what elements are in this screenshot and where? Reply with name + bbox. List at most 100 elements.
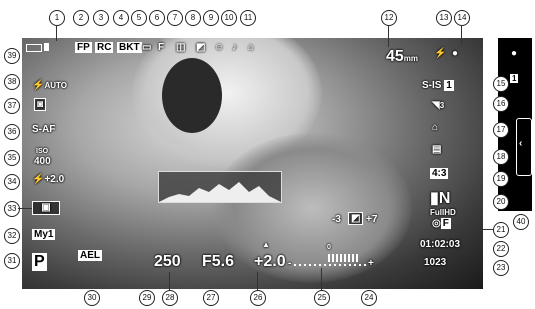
iso-label: ISO <box>36 148 49 155</box>
callout-21: 21 <box>493 222 509 238</box>
exposure-meter <box>294 264 366 266</box>
callout-14: 14 <box>454 10 470 26</box>
leader-1 <box>56 25 57 41</box>
highlight-minus: -3 <box>332 214 341 225</box>
lcd-live-view: FP RC BKT ▭ F ◫ ◩ ☺ ♪ ⌂ 45mm ⚡ ● ⚡AUTO ◙… <box>22 38 483 289</box>
callout-10: 10 <box>221 10 237 26</box>
callout-38: 38 <box>4 74 20 90</box>
callout-28: 28 <box>162 290 178 306</box>
level-icon: ◩ <box>196 42 206 53</box>
callout-37: 37 <box>4 98 20 114</box>
microphone-icon: ♪ <box>232 42 237 53</box>
callout-20: 20 <box>493 194 509 210</box>
video-resolution: FullHD <box>430 208 456 217</box>
leader-28 <box>169 272 170 290</box>
flash-mode: ⚡AUTO <box>32 80 67 91</box>
meter-plus-label: + <box>368 258 374 269</box>
myset-indicator: My1 <box>32 229 56 240</box>
metering-icon: ◙ <box>34 98 47 111</box>
callout-24: 24 <box>361 290 377 306</box>
af-mode: S-AF <box>32 124 56 135</box>
photo-subject-dog-ear <box>162 58 222 133</box>
callout-13: 13 <box>436 10 452 26</box>
fp-indicator: FP <box>75 42 92 53</box>
leader-14 <box>461 25 462 45</box>
callout-15: 15 <box>493 76 509 92</box>
callout-33: 33 <box>4 201 20 217</box>
callout-7: 7 <box>167 10 183 26</box>
callout-11: 11 <box>240 10 256 26</box>
shots-remaining: 1023 <box>424 257 447 268</box>
callout-27: 27 <box>203 290 219 306</box>
photo-subject-face <box>212 133 412 283</box>
callout-39: 39 <box>4 48 20 64</box>
callout-4: 4 <box>113 10 129 26</box>
exposure-compensation: +2.0 <box>254 253 286 270</box>
callout-34: 34 <box>4 174 20 190</box>
callout-5: 5 <box>131 10 147 26</box>
aspect-ratio: 4:3 <box>430 168 449 179</box>
callout-17: 17 <box>493 122 509 138</box>
callout-19: 19 <box>493 171 509 187</box>
iso-value: 400 <box>34 156 51 167</box>
keystone-icon: ◫ <box>176 42 186 53</box>
multiple-exposure-icon: ▭ <box>142 42 152 53</box>
flash-compensation: ⚡+2.0 <box>32 174 65 185</box>
callout-6: 6 <box>149 10 165 26</box>
recording-time: 01:02:03 <box>420 239 461 250</box>
ae-lock-indicator: AEL <box>78 250 102 261</box>
callout-2: 2 <box>73 10 89 26</box>
strip-mode: 1 <box>510 74 519 83</box>
callout-35: 35 <box>4 150 20 166</box>
focus-confirm-icon: ● <box>452 48 459 59</box>
focal-length: 45mm <box>386 48 419 65</box>
face-detect-icon: ☺ <box>214 42 225 53</box>
callout-32: 32 <box>4 228 20 244</box>
callout-1: 1 <box>49 10 65 26</box>
meter-zero-label: 0 <box>327 244 331 251</box>
shooting-mode: P <box>32 253 47 271</box>
highlight-shadow-icon: ◩ <box>348 212 364 225</box>
meter-minus-label: - <box>288 258 292 269</box>
card-icon <box>44 43 49 51</box>
histogram <box>158 171 282 203</box>
callout-40: 40 <box>513 214 529 230</box>
flash-ready-icon: ⚡ <box>434 48 447 59</box>
drive-mode: ◥3 <box>432 100 445 111</box>
callout-36: 36 <box>4 124 20 140</box>
leader-21 <box>483 229 493 230</box>
image-stabilizer: S-IS 1 <box>422 80 454 91</box>
exposure-arrow-icon: ▲ <box>262 240 270 249</box>
leader-25 <box>321 268 322 290</box>
rc-indicator: RC <box>95 42 114 53</box>
callout-8: 8 <box>185 10 201 26</box>
wifi-icon: ⌂ <box>248 42 255 53</box>
art-filter-icon: ⌂ <box>432 122 439 133</box>
chevron-left-icon[interactable]: ‹ <box>519 138 522 149</box>
callout-30: 30 <box>84 290 100 306</box>
aperture: F5.6 <box>202 253 235 270</box>
exposure-meter-bars <box>328 254 358 262</box>
callout-25: 25 <box>314 290 330 306</box>
sequential-shooting-icon: ▤ <box>432 144 442 155</box>
touch-shutter-button[interactable]: ▣ <box>32 201 60 215</box>
callout-3: 3 <box>93 10 109 26</box>
high-speed-icon: F <box>158 42 165 53</box>
leader-12 <box>388 25 389 47</box>
callout-26: 26 <box>250 290 266 306</box>
leader-33 <box>18 208 32 209</box>
leader-26 <box>257 272 258 290</box>
callout-31: 31 <box>4 253 20 269</box>
image-quality: ▮N <box>430 190 451 207</box>
callout-29: 29 <box>139 290 155 306</box>
histogram-graph <box>159 182 281 202</box>
bkt-indicator: BKT <box>117 42 142 53</box>
callout-23: 23 <box>493 260 509 276</box>
callout-18: 18 <box>493 149 509 165</box>
callout-16: 16 <box>493 96 509 112</box>
video-format: ◎ F <box>432 218 451 229</box>
callout-12: 12 <box>381 10 397 26</box>
highlight-plus: +7 <box>366 214 378 225</box>
shutter-speed: 250 <box>154 253 181 270</box>
strip-dot-icon: ● <box>511 48 518 59</box>
